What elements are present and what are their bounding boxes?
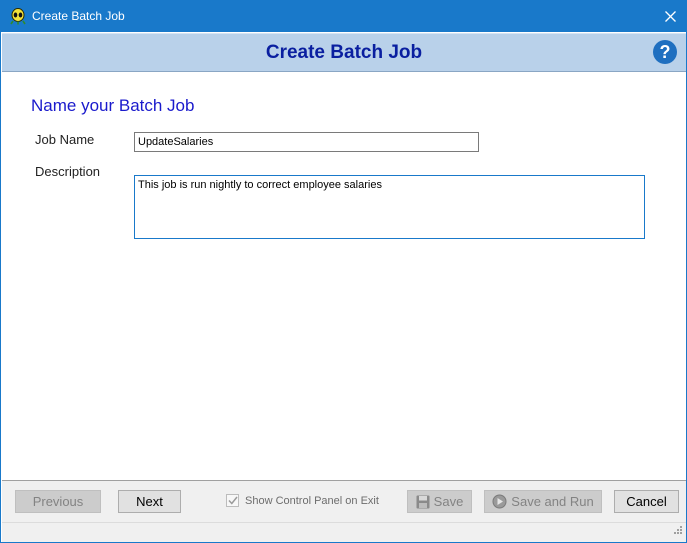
window-title: Create Batch Job xyxy=(32,9,125,23)
show-control-panel-checkbox[interactable] xyxy=(226,494,239,507)
save-label: Save xyxy=(433,494,464,509)
page-title: Create Batch Job xyxy=(265,42,423,63)
cancel-button[interactable]: Cancel xyxy=(614,490,679,513)
alien-app-icon xyxy=(10,8,26,25)
section-heading: Name your Batch Job xyxy=(31,96,195,115)
close-button[interactable] xyxy=(654,1,686,32)
save-and-run-label: Save and Run xyxy=(511,494,594,509)
create-batch-job-window: Create Batch Job Create Batch Job ? Name… xyxy=(0,0,687,543)
play-circle-icon xyxy=(492,494,507,509)
previous-button[interactable]: Previous xyxy=(15,490,101,513)
floppy-disk-icon xyxy=(416,495,430,509)
description-label: Description xyxy=(35,164,101,179)
save-and-run-button[interactable]: Save and Run xyxy=(484,490,602,513)
status-strip xyxy=(2,522,686,542)
show-control-panel-label: Show Control Panel on Exit xyxy=(245,494,379,507)
description-input[interactable]: This job is run nightly to correct emplo… xyxy=(134,175,645,239)
job-name-input[interactable] xyxy=(134,132,479,152)
show-control-panel-option[interactable]: Show Control Panel on Exit xyxy=(226,494,379,507)
next-button[interactable]: Next xyxy=(118,490,181,513)
close-icon[interactable] xyxy=(664,11,676,22)
help-icon[interactable]: ? xyxy=(660,42,671,63)
footer-bar: Previous Next Show Control Panel on Exit… xyxy=(2,480,686,522)
checkmark-icon xyxy=(227,496,238,505)
title-bar[interactable]: Create Batch Job xyxy=(1,1,686,32)
job-name-label: Job Name xyxy=(35,132,95,147)
header-band: Create Batch Job ? xyxy=(2,33,686,72)
resize-grip-icon[interactable] xyxy=(672,522,683,540)
help-button[interactable]: ? xyxy=(653,40,677,64)
save-button[interactable]: Save xyxy=(407,490,472,513)
